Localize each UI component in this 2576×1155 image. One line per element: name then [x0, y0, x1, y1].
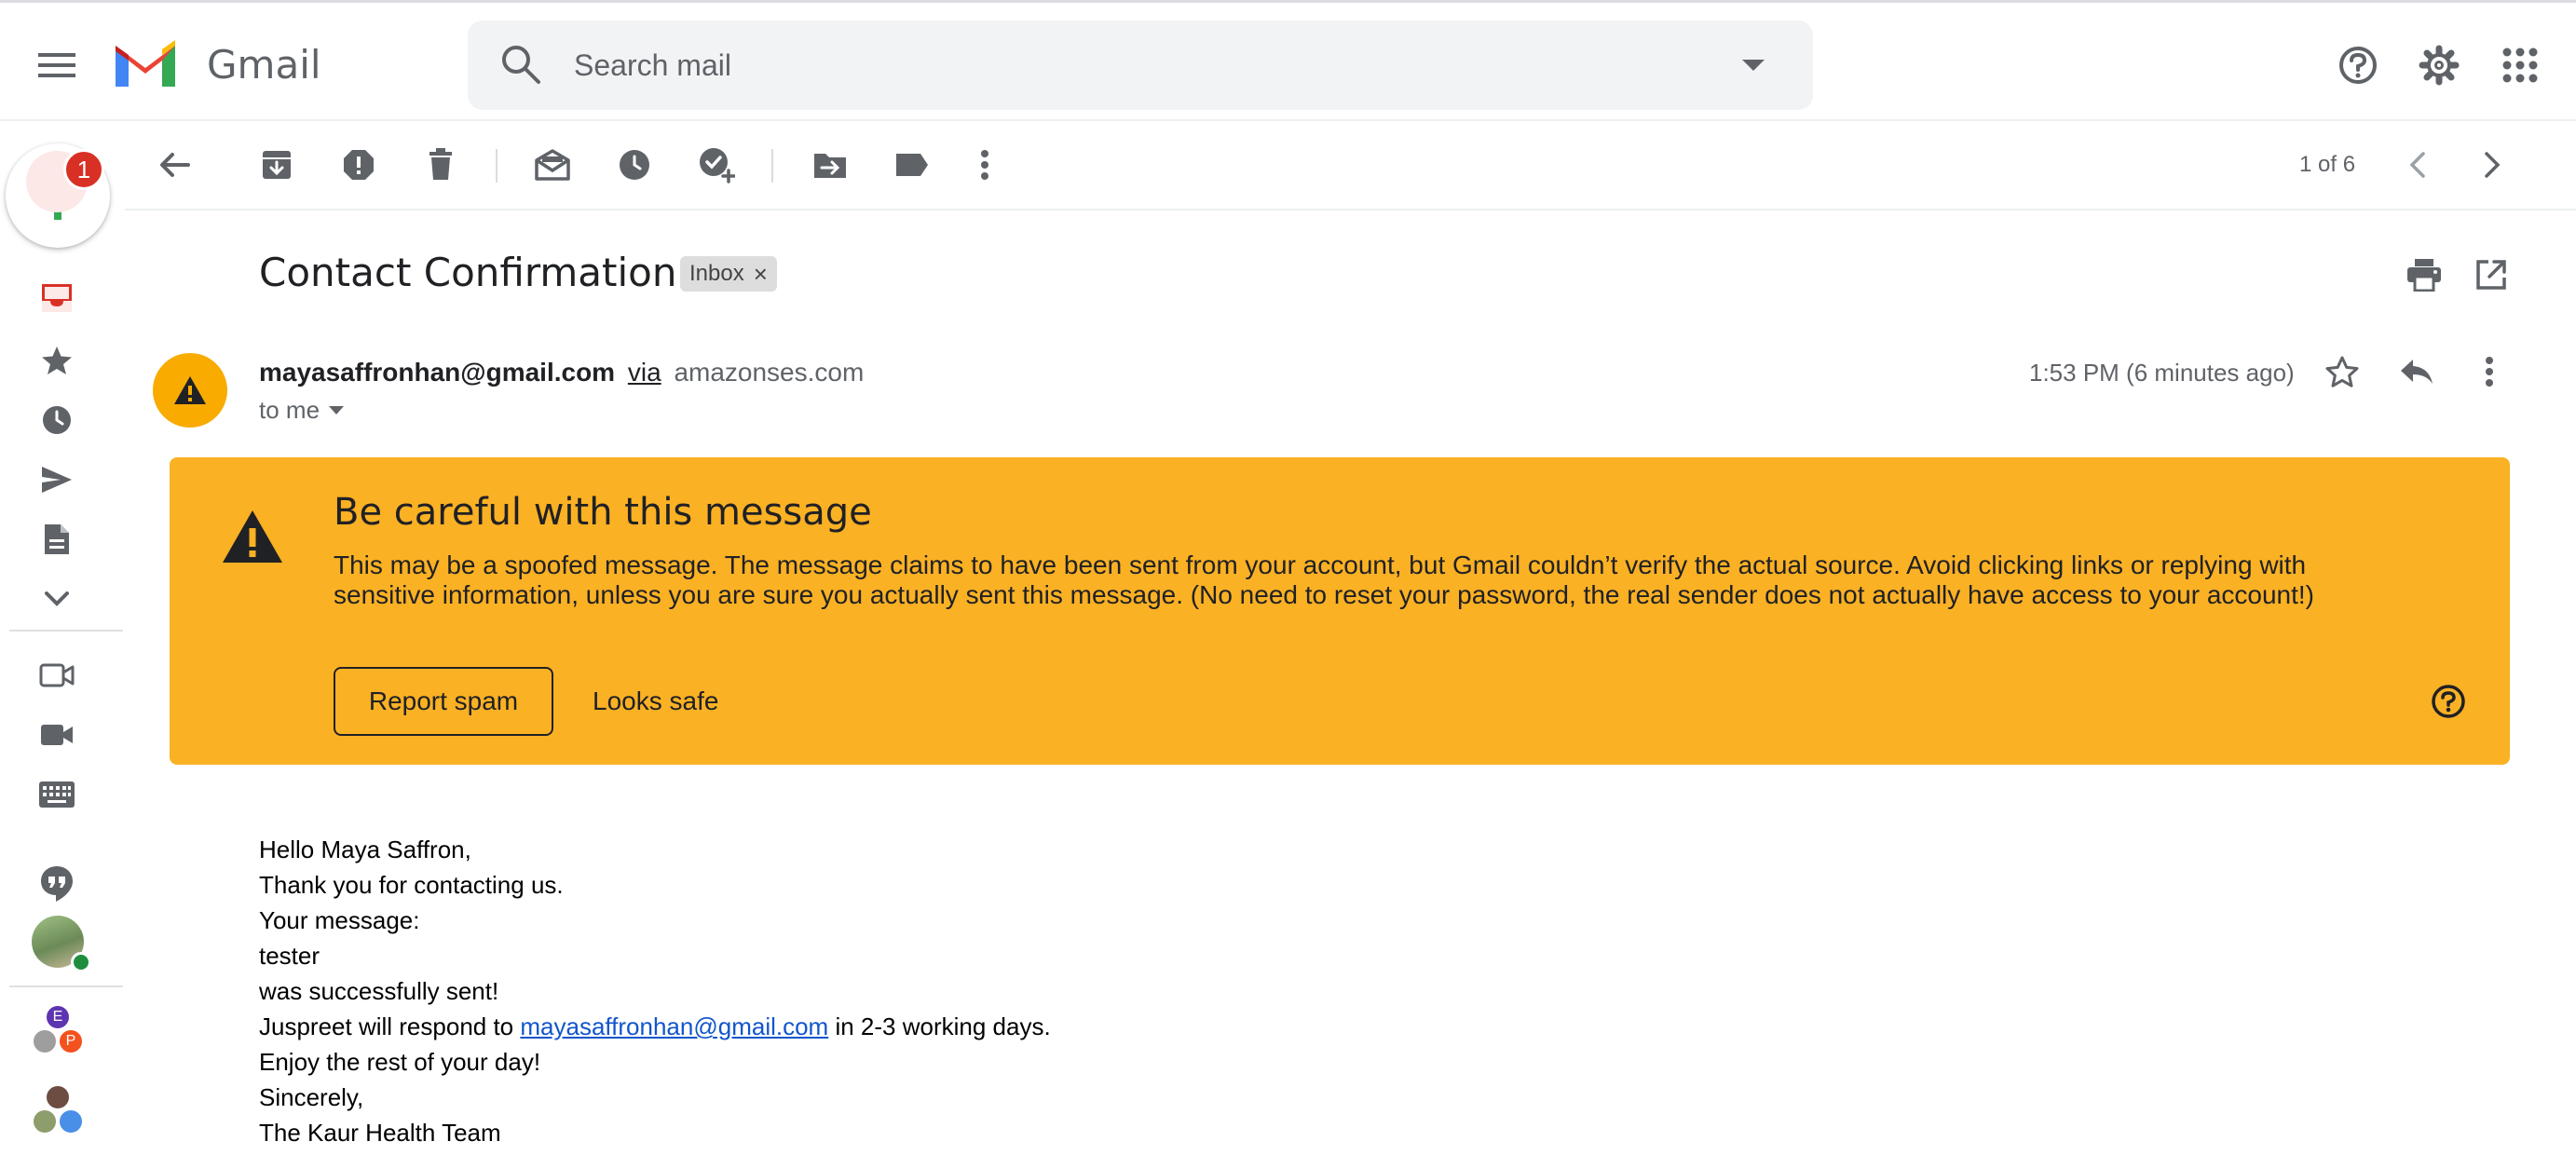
body-line: Sincerely, — [259, 1083, 364, 1111]
inbox-icon[interactable] — [30, 271, 84, 325]
more-icon[interactable] — [30, 572, 84, 626]
rail-divider — [9, 630, 123, 632]
warning-icon — [174, 376, 206, 404]
search-input[interactable]: Search mail — [574, 48, 731, 83]
delete-icon[interactable] — [414, 138, 468, 192]
settings-icon[interactable] — [2412, 38, 2466, 92]
body-text-segment: in 2-3 working days. — [835, 1012, 1051, 1040]
body-line: Hello Maya Saffron, — [259, 836, 471, 863]
newer-icon[interactable] — [2391, 138, 2445, 192]
gmail-logo[interactable] — [110, 36, 181, 90]
archive-icon[interactable] — [250, 138, 304, 192]
email-link[interactable]: mayasaffronhan@gmail.com — [520, 1012, 828, 1040]
warning-body: This may be a spoofed message. The messa… — [334, 550, 2315, 609]
body-line: tester — [259, 942, 320, 970]
recipient-line[interactable]: to me — [259, 396, 345, 425]
email-subject: Contact Confirmation — [259, 250, 677, 295]
warning-icon — [220, 508, 285, 570]
support-icon[interactable] — [2331, 38, 2385, 92]
inbox-label-chip[interactable]: Inbox × — [680, 256, 777, 292]
body-line: Juspreet will respond to mayasaffronhan@… — [259, 1009, 1051, 1044]
inbox-unread-badge: 1 — [63, 149, 104, 190]
apps-icon[interactable] — [2493, 38, 2547, 92]
contact-avatar[interactable] — [32, 1108, 58, 1135]
contact-avatar[interactable] — [32, 1028, 58, 1054]
body-line: Thank you for contacting us. — [259, 871, 564, 899]
back-icon[interactable] — [147, 138, 201, 192]
move-to-icon[interactable] — [803, 138, 857, 192]
join-meeting-icon[interactable] — [30, 708, 84, 762]
body-text-segment: Juspreet will respond to — [259, 1012, 514, 1040]
email-body: Hello Maya Saffron, Thank you for contac… — [259, 832, 1051, 1150]
search-bar[interactable]: Search mail — [468, 20, 1813, 110]
report-spam-icon[interactable] — [332, 138, 386, 192]
help-icon[interactable] — [2426, 679, 2471, 724]
snooze-icon[interactable] — [607, 138, 661, 192]
main-menu-icon[interactable] — [30, 38, 84, 92]
show-details-icon — [329, 405, 345, 414]
via-domain: amazonses.com — [674, 358, 865, 387]
online-status-dot — [71, 952, 91, 972]
toolbar-divider-line — [125, 209, 2576, 211]
spoof-warning-banner: Be careful with this message This may be… — [170, 457, 2510, 765]
add-to-tasks-icon[interactable] — [689, 138, 743, 192]
toolbar-divider — [771, 149, 773, 183]
search-options-icon[interactable] — [1742, 60, 1765, 77]
body-line: was successfully sent! — [259, 977, 499, 1005]
more-vert-icon[interactable] — [958, 138, 1012, 192]
snoozed-icon[interactable] — [30, 393, 84, 447]
contact-avatar[interactable] — [45, 1084, 71, 1110]
sender-line: mayasaffronhan@gmail.com via amazonses.c… — [259, 358, 864, 387]
looks-safe-button[interactable]: Looks safe — [593, 667, 718, 736]
new-meeting-icon[interactable] — [30, 648, 84, 702]
message-time: 1:53 PM (6 minutes ago) — [2029, 359, 2295, 387]
warning-title: Be careful with this message — [334, 491, 872, 534]
sender-email[interactable]: mayasaffronhan@gmail.com — [259, 358, 615, 387]
rail-divider — [9, 985, 123, 987]
search-icon[interactable] — [499, 43, 542, 90]
hangouts-icon[interactable] — [30, 857, 84, 911]
brand-name: Gmail — [207, 42, 321, 88]
contact-avatar[interactable]: P — [58, 1028, 84, 1054]
body-line: Your message: — [259, 906, 420, 934]
print-icon[interactable] — [2397, 248, 2451, 302]
message-more-icon[interactable] — [2462, 345, 2516, 399]
label-text: Inbox — [689, 261, 744, 286]
keyboard-icon[interactable] — [30, 768, 84, 822]
top-bar: Gmail Search mail — [0, 0, 2576, 121]
toolbar-divider — [496, 149, 497, 183]
drafts-icon[interactable] — [30, 512, 84, 566]
reply-icon[interactable] — [2390, 345, 2444, 399]
pagination-count: 1 of 6 — [2299, 152, 2356, 177]
contact-avatar[interactable]: E — [45, 1004, 71, 1030]
starred-icon[interactable] — [30, 333, 84, 387]
remove-label-icon[interactable]: × — [754, 260, 768, 289]
body-line: The Kaur Health Team — [259, 1119, 501, 1147]
contact-avatar[interactable] — [58, 1108, 84, 1135]
sender-warning-avatar — [153, 353, 227, 428]
recipient-text: to me — [259, 396, 320, 424]
via-link[interactable]: via — [628, 358, 661, 387]
mark-unread-icon[interactable] — [525, 138, 579, 192]
report-spam-button[interactable]: Report spam — [334, 667, 553, 736]
star-icon[interactable] — [2315, 345, 2369, 399]
open-in-new-window-icon[interactable] — [2464, 248, 2518, 302]
sent-icon[interactable] — [30, 453, 84, 507]
labels-icon[interactable] — [885, 138, 939, 192]
body-line: Enjoy the rest of your day! — [259, 1048, 541, 1076]
older-icon[interactable] — [2465, 138, 2519, 192]
